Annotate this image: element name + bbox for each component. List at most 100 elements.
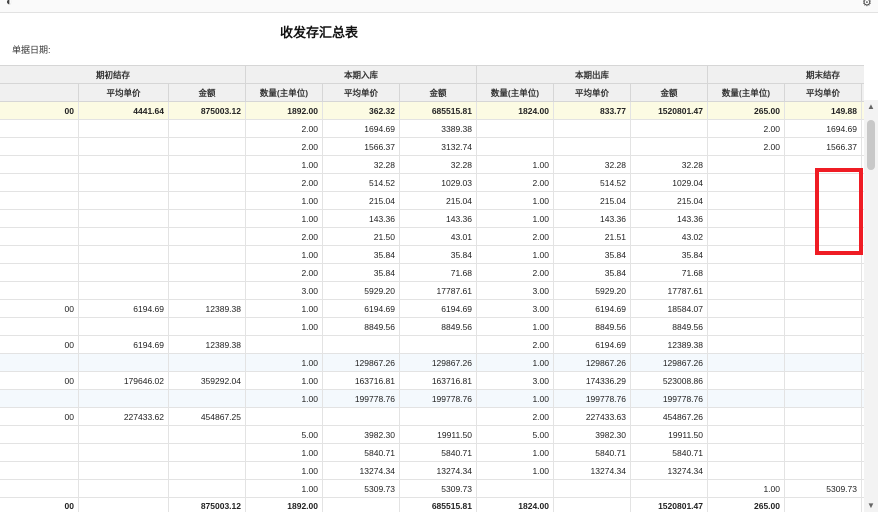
table-cell xyxy=(0,425,79,444)
table-cell: 00 xyxy=(0,101,79,120)
table-cell: 5840.71 xyxy=(322,443,400,462)
table-cell: 3.00 xyxy=(476,281,554,300)
table-cell xyxy=(784,317,862,336)
table-row[interactable]: 1.00 32.28 32.28 1.00 32.28 32.28 xyxy=(0,155,864,174)
table-row[interactable]: 1.00 13274.34 13274.34 1.00 13274.34 13274.34 xyxy=(0,461,864,480)
table-cell: 1.00 xyxy=(245,479,323,498)
table-cell: 32.28 xyxy=(553,155,631,174)
footer-total-row[interactable]: 00 875003.12 1892.00 685515.81 1824.00 152080… xyxy=(0,497,864,512)
table-cell: 71.68 xyxy=(630,263,708,282)
table-row[interactable]: 1.00 8849.56 8849.56 1.00 8849.56 8849.56 xyxy=(0,317,864,336)
table-cell: 18584.07 xyxy=(630,299,708,318)
table-row[interactable]: 00 227433.62 454867.25 2.00 227433.63 454867.… xyxy=(0,407,864,426)
table-cell: 1520801.47 xyxy=(630,497,708,512)
table-row[interactable]: 2.00514.521029.032.00514.521029.04-0.01 xyxy=(0,173,864,192)
table-cell: 8849.56 xyxy=(399,317,477,336)
table-row[interactable]: 3.00 5929.20 17787.61 3.00 5929.20 17787.61 xyxy=(0,281,864,300)
table-cell: 8849.56 xyxy=(322,317,400,336)
summary-row[interactable]: 00 4441.64 875003.12 1892.00 362.32 685515.81… xyxy=(0,101,864,120)
table-cell: 1694.69 xyxy=(784,119,862,138)
column-header[interactable]: 金额 xyxy=(399,83,477,102)
table-cell xyxy=(399,335,477,354)
table-cell: 1.00 xyxy=(476,389,554,408)
column-header[interactable] xyxy=(0,83,79,102)
table-cell xyxy=(78,245,169,264)
table-cell xyxy=(78,497,169,512)
table-row[interactable]: 1.00 143.36 143.36 1.00 143.36 143.36 xyxy=(0,209,864,228)
table-cell: 1.00 xyxy=(245,461,323,480)
table-cell xyxy=(168,443,246,462)
app-icon[interactable]: ◐ xyxy=(6,0,13,8)
table-cell: 13274.34 xyxy=(630,461,708,480)
column-header[interactable]: 金额 xyxy=(168,83,246,102)
table-row[interactable]: 00 6194.69 12389.38 2.00 6194.69 12389.38 xyxy=(0,335,864,354)
table-cell: 129867.26 xyxy=(322,353,400,372)
table-cell xyxy=(168,173,246,192)
table-cell xyxy=(784,209,862,228)
column-header[interactable]: 金额 xyxy=(861,83,864,102)
table-row[interactable]: 1.00 129867.26 129867.26 1.00 129867.26 12986… xyxy=(0,353,864,372)
table-cell: 1.00 xyxy=(476,191,554,210)
table-cell xyxy=(476,479,554,498)
table-cell xyxy=(707,209,785,228)
table-cell: 163716.81 xyxy=(322,371,400,390)
table-cell: 17787.61 xyxy=(630,281,708,300)
table-row[interactable]: 2.001694.693389.382.001694.693389.38 xyxy=(0,119,864,138)
top-toolbar: ◐ ⚙ xyxy=(0,0,878,13)
table-cell: 1.00 xyxy=(476,317,554,336)
column-header[interactable]: 数量(主单位) xyxy=(245,83,323,102)
table-cell xyxy=(707,461,785,480)
table-cell: 215.04 xyxy=(553,191,631,210)
table-row[interactable]: 1.00 35.84 35.84 1.00 35.84 35.84 xyxy=(0,245,864,264)
table-cell xyxy=(168,461,246,480)
table-cell: 5309.73 xyxy=(322,479,400,498)
table-cell: 143.36 xyxy=(322,209,400,228)
table-cell xyxy=(168,425,246,444)
table-cell xyxy=(245,407,323,426)
table-row[interactable]: 00 179646.02 359292.04 1.00 163716.81 163716.… xyxy=(0,371,864,390)
table-cell: 2.00 xyxy=(245,263,323,282)
table-row[interactable]: 1.00 199778.76 199778.76 1.00 199778.76 19977… xyxy=(0,389,864,408)
document-date-label: 单据日期: xyxy=(12,45,51,55)
vertical-scrollbar[interactable]: ▲ ▼ xyxy=(864,100,878,512)
column-header[interactable]: 金额 xyxy=(630,83,708,102)
table-cell: 13274.34 xyxy=(399,461,477,480)
table-row[interactable]: 2.00 35.84 71.68 2.00 35.84 71.68 xyxy=(0,263,864,282)
table-cell xyxy=(78,353,169,372)
table-row[interactable]: 5.00 3982.30 19911.50 5.00 3982.30 19911.50 xyxy=(0,425,864,444)
table-cell xyxy=(78,263,169,282)
table-cell: 129867.26 xyxy=(553,353,631,372)
table-row[interactable]: 00 6194.69 12389.38 1.00 6194.69 6194.69 3.00 6… xyxy=(0,299,864,318)
table-cell: 1566.37 xyxy=(322,137,400,156)
table-cell xyxy=(784,443,862,462)
table-cell xyxy=(784,281,862,300)
scroll-thumb[interactable] xyxy=(867,120,875,170)
table-cell: 32.28 xyxy=(322,155,400,174)
table-cell: 2.00 xyxy=(245,173,323,192)
table-cell: 1892.00 xyxy=(245,101,323,120)
table-cell: 1.00 xyxy=(245,155,323,174)
table-cell: 13274.34 xyxy=(322,461,400,480)
scroll-down-icon[interactable]: ▼ xyxy=(867,501,875,510)
table-cell: 179646.02 xyxy=(78,371,169,390)
table-cell xyxy=(707,389,785,408)
table-row[interactable]: 2.0021.5043.012.0021.5143.02-0.01 xyxy=(0,227,864,246)
column-header[interactable]: 数量(主单位) xyxy=(476,83,554,102)
table-cell xyxy=(784,335,862,354)
column-header[interactable]: 数量(主单位) xyxy=(707,83,785,102)
table-cell xyxy=(784,227,862,246)
table-row[interactable]: 1.005309.735309.731.005309.735309.73 xyxy=(0,479,864,498)
table-row[interactable]: 1.00 215.04 215.04 1.00 215.04 215.04 xyxy=(0,191,864,210)
table-cell: 5309.73 xyxy=(399,479,477,498)
table-row[interactable]: 2.001566.373132.742.001566.373132.74 xyxy=(0,137,864,156)
scroll-up-icon[interactable]: ▲ xyxy=(867,102,875,111)
table-cell: 215.04 xyxy=(399,191,477,210)
column-header[interactable]: 平均单价 xyxy=(322,83,400,102)
table-cell: 454867.25 xyxy=(168,407,246,426)
table-cell xyxy=(168,263,246,282)
column-header[interactable]: 平均单价 xyxy=(553,83,631,102)
column-header[interactable]: 平均单价 xyxy=(784,83,862,102)
table-row[interactable]: 1.00 5840.71 5840.71 1.00 5840.71 5840.71 xyxy=(0,443,864,462)
settings-icon[interactable]: ⚙ xyxy=(862,0,872,9)
column-header[interactable]: 平均单价 xyxy=(78,83,169,102)
